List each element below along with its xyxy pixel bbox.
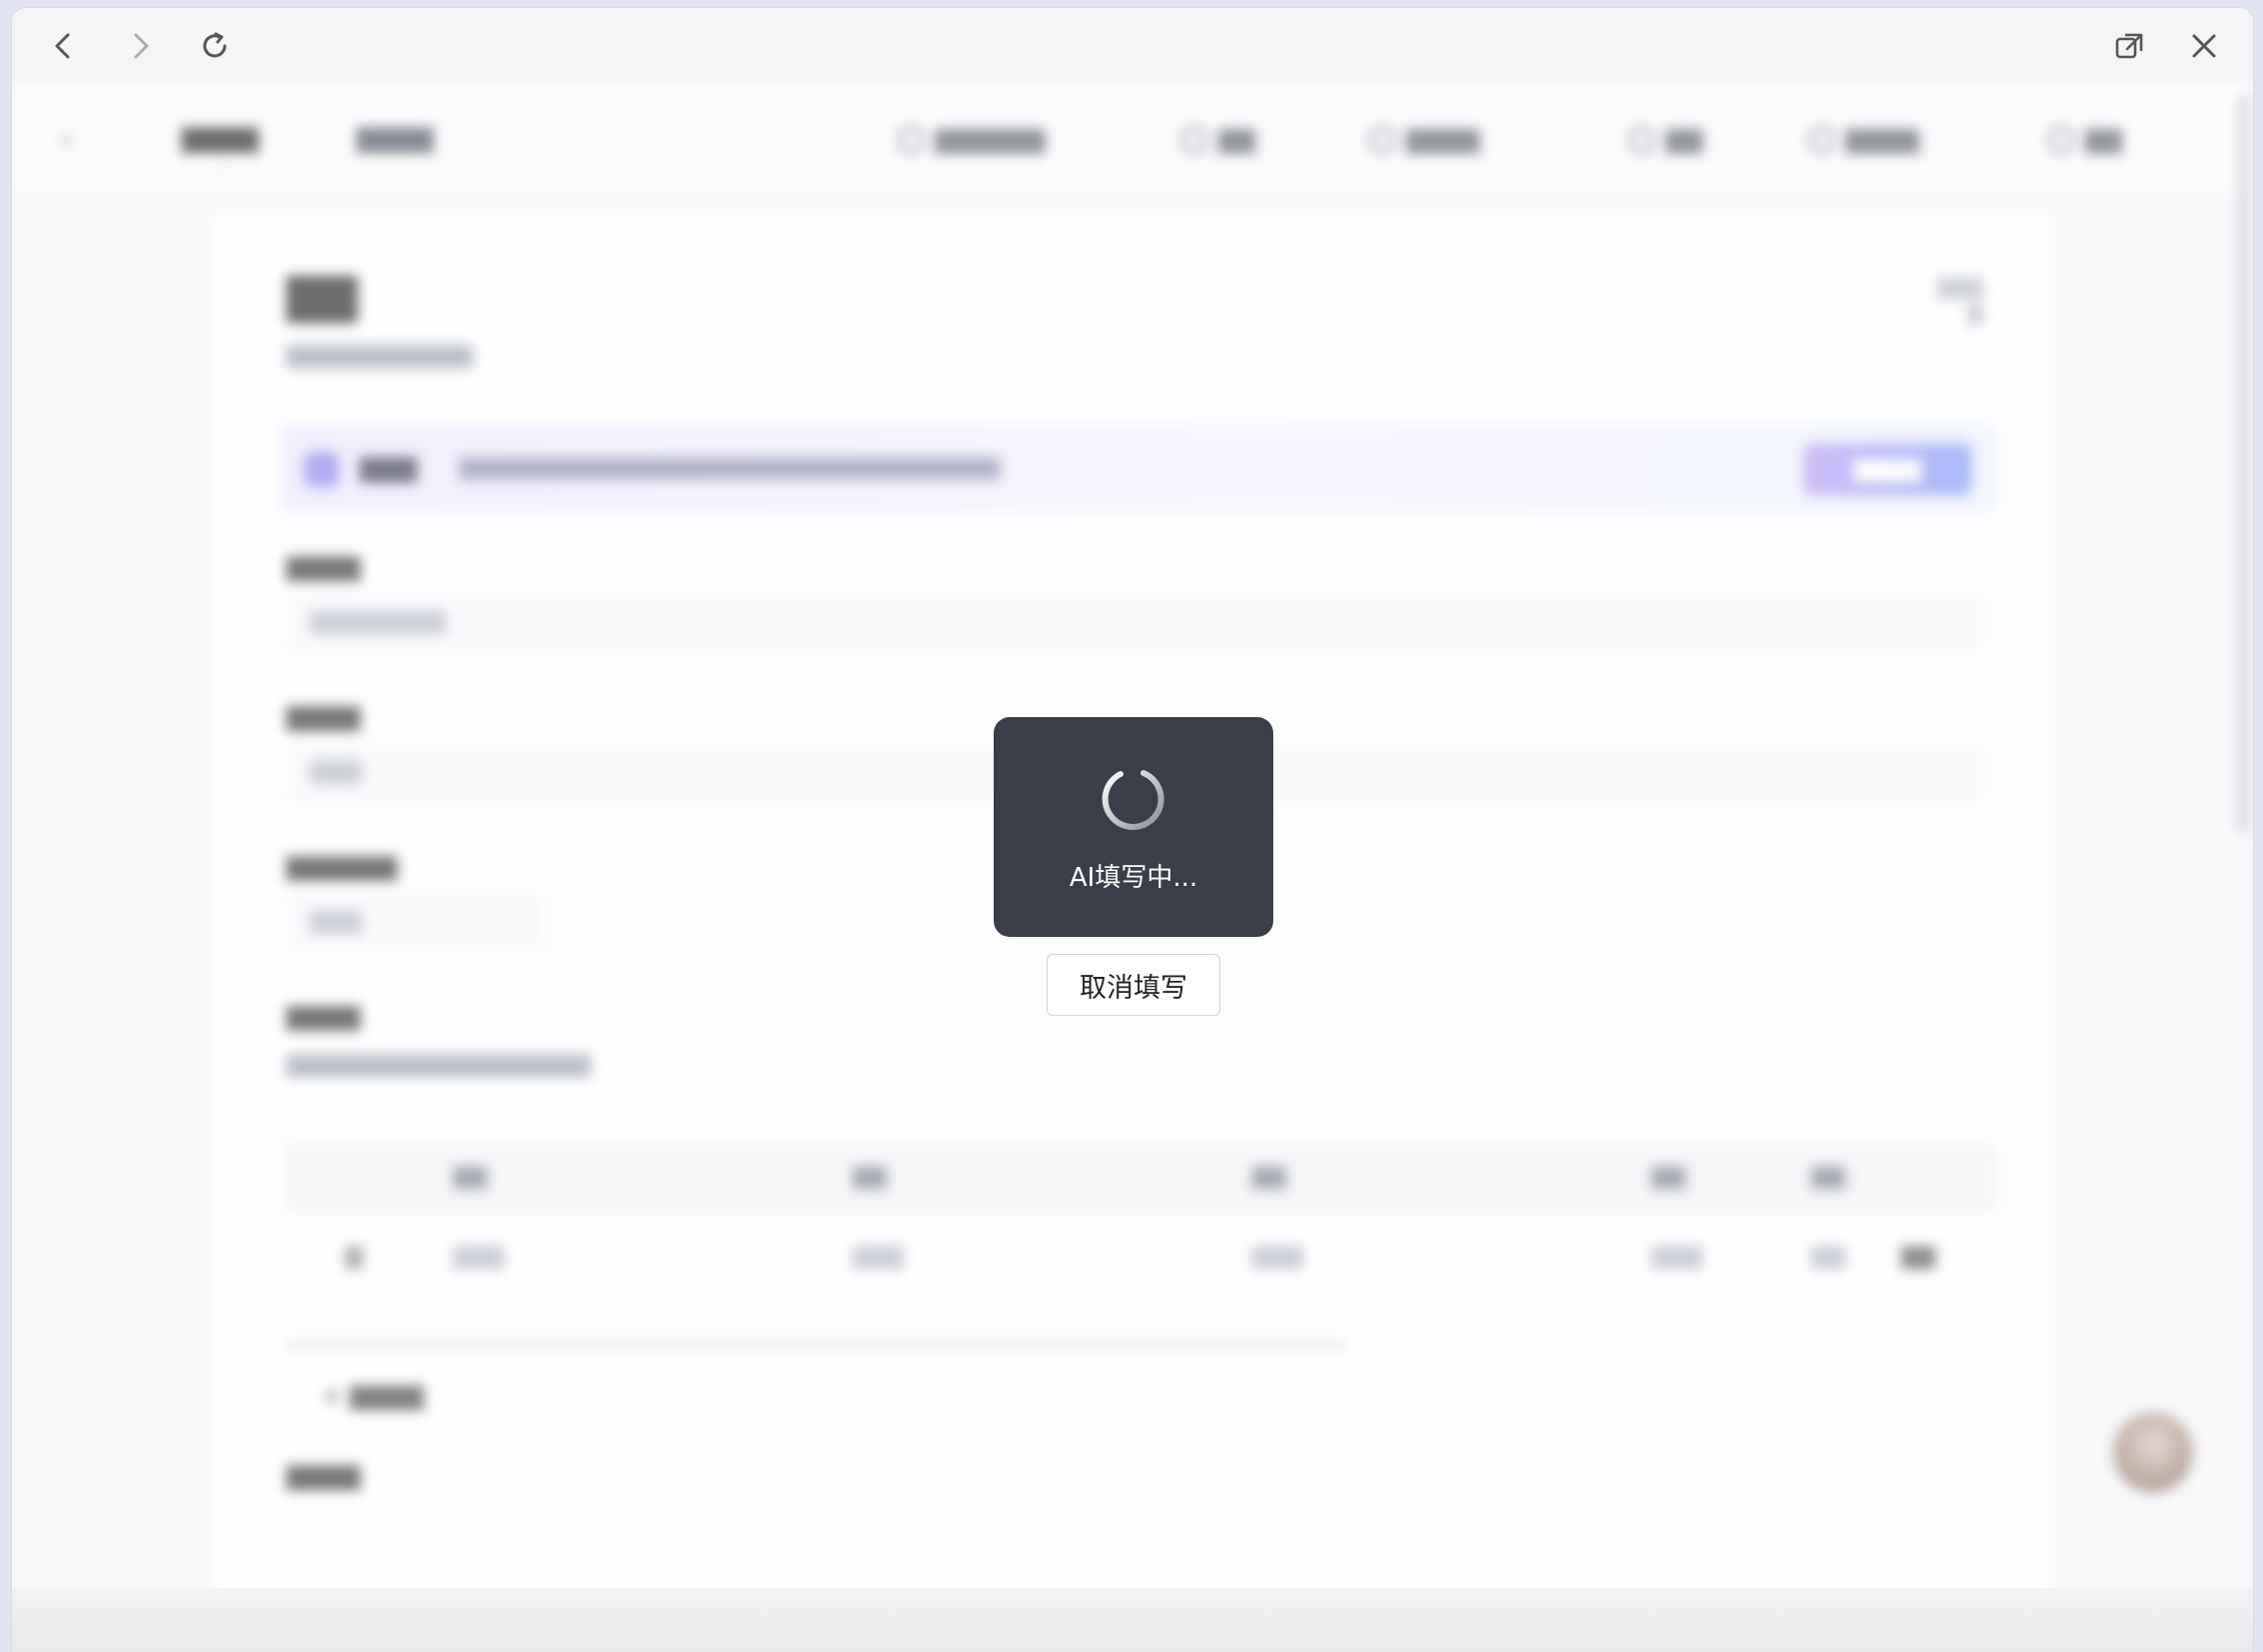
back-icon [55, 33, 70, 59]
ai-loading-dialog: AI填写中... [994, 717, 1273, 937]
back-button[interactable] [40, 22, 88, 70]
browser-toolbar [12, 8, 2253, 84]
refresh-icon [203, 32, 227, 58]
close-icon [2192, 34, 2216, 58]
loading-spinner-icon [1102, 770, 1164, 830]
refresh-button[interactable] [191, 22, 239, 70]
loading-text: AI填写中... [1069, 863, 1198, 893]
open-external-icon [2115, 33, 2143, 59]
bottom-strip [12, 1588, 2253, 1652]
forward-icon [134, 33, 149, 59]
close-window-button[interactable] [2180, 22, 2228, 70]
forward-button[interactable] [116, 22, 164, 70]
cancel-fill-button[interactable]: 取消填写 [1047, 954, 1220, 1016]
open-external-button[interactable] [2106, 22, 2154, 70]
